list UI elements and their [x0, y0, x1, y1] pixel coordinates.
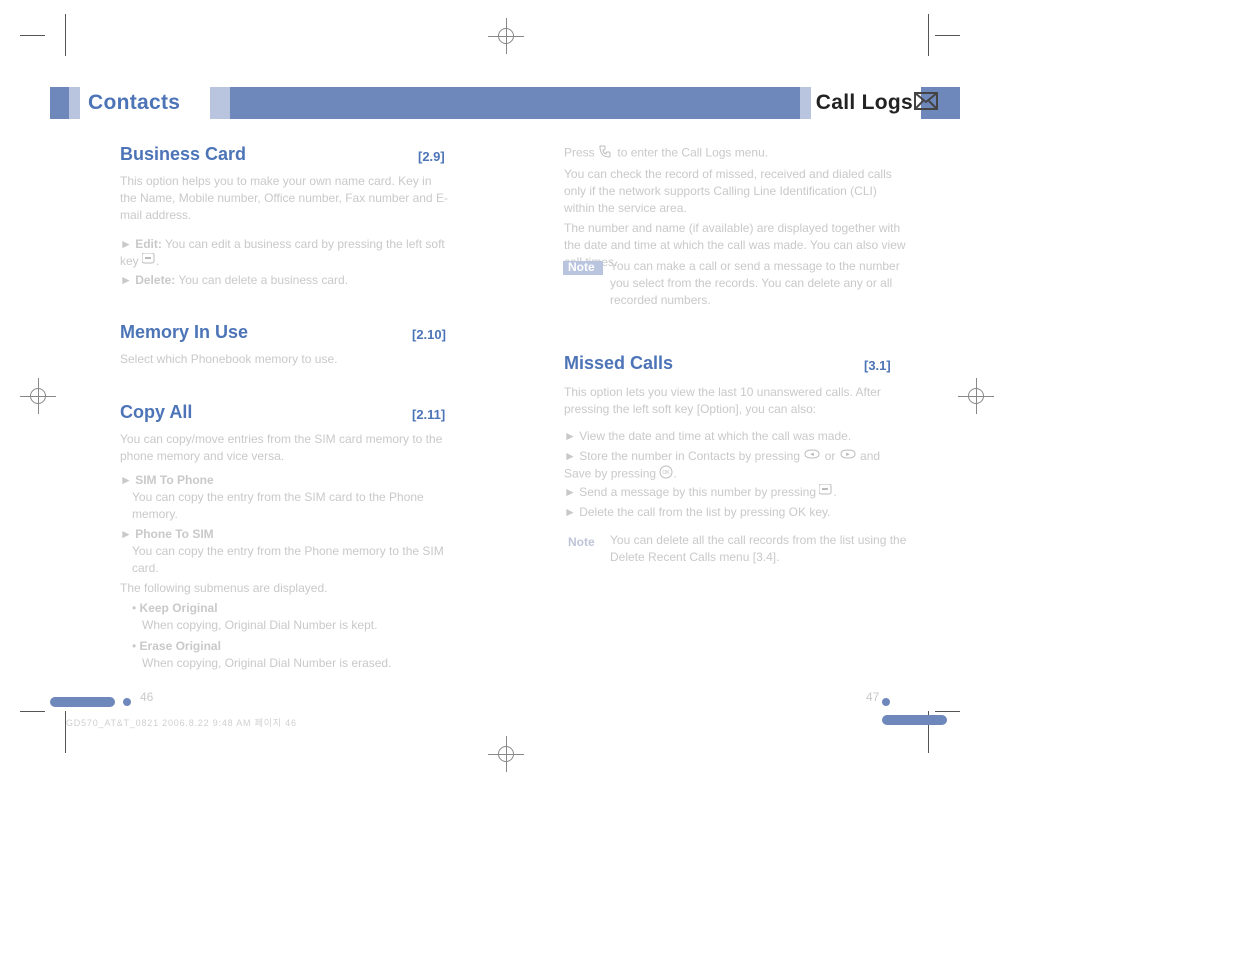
softkey-icon: [819, 484, 833, 501]
missed-b2b: or: [825, 449, 839, 463]
intro-line-1: Press to enter the Call Logs menu.: [564, 144, 894, 163]
intro-p2: You can check the record of missed, rece…: [564, 166, 909, 217]
section-missed-calls-title: Missed Calls: [564, 353, 673, 374]
missed-b2a: Store the number in Contacts by pressing: [579, 449, 803, 463]
svg-text:◄: ◄: [809, 452, 815, 458]
copy-all-erase: • Erase Original When copying, Original …: [132, 638, 450, 672]
erase-label: Erase Original: [140, 639, 221, 653]
edit-text: You can edit a business card by pressing…: [120, 237, 445, 268]
svg-text:OK: OK: [663, 470, 671, 476]
edit-label: Edit:: [135, 237, 162, 251]
missed-b3a: Send a message by this number by pressin…: [579, 485, 819, 499]
header-stub: [69, 87, 80, 119]
missed-p1: This option lets you view the last 10 un…: [564, 384, 909, 418]
sim-to-phone-text: You can copy the entry from the SIM card…: [132, 489, 450, 523]
header-right-title: Call Logs: [816, 91, 913, 115]
sim-to-phone-label: SIM To Phone: [135, 473, 213, 487]
phone-to-sim-text: You can copy the entry from the Phone me…: [132, 543, 450, 577]
business-card-delete-row: ► Delete: You can delete a business card…: [120, 272, 450, 289]
header-left-tab: Contacts: [80, 87, 210, 119]
memory-in-use-text: Select which Phonebook memory to use.: [120, 351, 450, 368]
note-label: Note: [568, 259, 603, 276]
copy-all-phone-to-sim: ► Phone To SIM You can copy the entry fr…: [120, 526, 450, 577]
registration-mark: [20, 378, 56, 414]
svg-text:►: ►: [845, 452, 851, 458]
missed-b2: ► Store the number in Contacts by pressi…: [564, 448, 909, 484]
erase-text: When copying, Original Dial Number is er…: [142, 655, 450, 672]
intro-p1a: Press: [564, 146, 598, 160]
crop-mark: [928, 14, 929, 56]
registration-mark: [488, 736, 524, 772]
section-memory-in-use-title: Memory In Use: [120, 322, 248, 343]
envelope-icon: [914, 92, 938, 110]
page-ornament-left: [50, 693, 131, 703]
intro-p1b: to enter the Call Logs menu.: [617, 146, 768, 160]
missed-b4: ► Delete the call from the list by press…: [564, 504, 909, 521]
section-business-card-code: [2.9]: [418, 149, 445, 164]
copy-all-p1: You can copy/move entries from the SIM c…: [120, 431, 450, 465]
right-page-number: 47: [866, 690, 879, 704]
header-right-tab: Call Logs: [811, 87, 921, 119]
phone-icon: [598, 144, 614, 163]
copy-all-sim-to-phone: ► SIM To Phone You can copy the entry fr…: [120, 472, 450, 523]
missed-b3: ► Send a message by this number by press…: [564, 484, 909, 501]
page-ornament-right: [882, 693, 959, 703]
delete-label: Delete:: [135, 273, 175, 287]
copy-all-submenus-intro: The following submenus are displayed.: [120, 580, 450, 597]
missed-b1-text: View the date and time at which the call…: [579, 429, 851, 443]
crop-mark: [65, 14, 66, 56]
delete-text: You can delete a business card.: [175, 273, 348, 287]
left-page-number: 46: [140, 690, 153, 704]
header-stub: [800, 87, 811, 119]
crop-mark: [20, 35, 45, 36]
note2-label-text: Note: [568, 535, 595, 549]
section-copy-all-title: Copy All: [120, 402, 192, 423]
section-copy-all-code: [2.11]: [412, 407, 445, 422]
ok-key-icon: OK: [659, 465, 673, 484]
business-card-p1: This option helps you to make your own n…: [120, 173, 450, 224]
missed-b1: ► View the date and time at which the ca…: [564, 428, 909, 445]
header-stub: [210, 87, 230, 119]
note2-text: You can delete all the call records from…: [610, 532, 910, 566]
print-footer-line: GD570_AT&T_0821 2006.8.22 9:48 AM 페이지 46: [66, 716, 297, 729]
section-missed-calls-code: [3.1]: [864, 358, 891, 373]
keep-label: Keep Original: [140, 601, 218, 615]
registration-mark: [488, 18, 524, 54]
crop-mark: [935, 35, 960, 36]
copy-all-keep: • Keep Original When copying, Original D…: [132, 600, 450, 634]
missed-b4-text: Delete the call from the list by pressin…: [579, 505, 830, 519]
left-arrow-key-icon: ◄: [803, 448, 821, 465]
registration-mark: [958, 378, 994, 414]
right-arrow-key-icon: ►: [839, 448, 857, 465]
phone-to-sim-label: Phone To SIM: [135, 527, 213, 541]
keep-text: When copying, Original Dial Number is ke…: [142, 617, 450, 634]
header-left-title: Contacts: [88, 91, 180, 115]
crop-mark: [20, 711, 45, 712]
softkey-icon: [142, 253, 156, 270]
section-memory-in-use-code: [2.10]: [412, 327, 446, 342]
section-business-card-title: Business Card: [120, 144, 246, 165]
business-card-edit-row: ► Edit: You can edit a business card by …: [120, 236, 450, 270]
note2-label: Note: [568, 534, 603, 551]
note-text: You can make a call or send a message to…: [610, 258, 910, 309]
